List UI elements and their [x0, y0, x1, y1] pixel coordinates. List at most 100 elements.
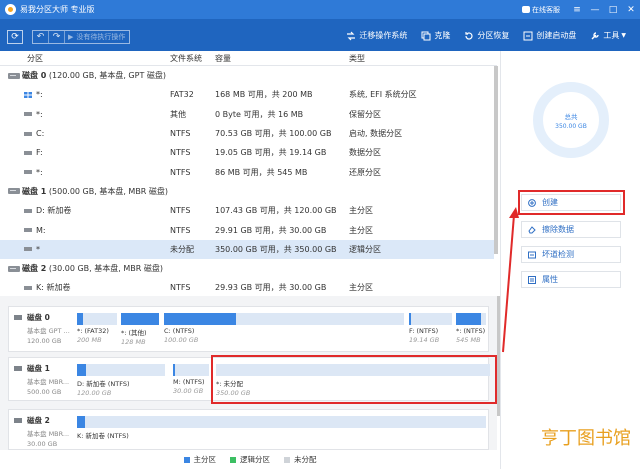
legend-swatch [230, 456, 236, 463]
highlight-box-unallocated [211, 355, 497, 404]
drive-icon [24, 131, 32, 136]
main-toolbar: ⟳ ↶ ↷ ▶ 没有待执行操作 迁移操作系统 克隆 分区恢复 创建启动盘 工具 … [0, 19, 640, 51]
disk-detail: (30.00 GB, 基本盘, MBR 磁盘) [46, 264, 163, 274]
partition-capacity: 350.00 GB 可用，共 350.00 GB [215, 244, 337, 254]
partition-block[interactable]: C: (NTFS) 100.00 GB [164, 313, 404, 344]
maximize-icon[interactable]: □ [604, 5, 622, 15]
create-boot-disk-label: 创建启动盘 [536, 31, 577, 40]
drive-icon [24, 208, 32, 213]
legend-label: 主分区 [193, 455, 217, 464]
segment-label: K: 新加卷 (NTFS) [77, 432, 129, 440]
partition-block[interactable]: M: (NTFS) 30.00 GB [173, 364, 209, 395]
disk-label: 磁盘 0 [22, 71, 47, 81]
partition-block[interactable]: D: 新加卷 (NTFS) 120.00 GB [77, 364, 165, 397]
watermark: 亨丁图书馆 [541, 424, 631, 450]
migrate-os-icon [347, 31, 356, 40]
clone-button[interactable]: 克隆 [421, 30, 450, 41]
disk-row[interactable]: 磁盘 0 (120.00 GB, 基本盘, GPT 磁盘) [0, 66, 494, 85]
partition-name: *: [36, 90, 43, 100]
partition-capacity: 168 MB 可用，共 200 MB [215, 90, 313, 100]
disk-detail: (120.00 GB, 基本盘, GPT 磁盘) [46, 71, 166, 81]
disk-card-label: 磁盘 2 基本盘 MBR... 30.00 GB [12, 415, 72, 448]
disk-size: 500.00 GB [27, 388, 62, 396]
execute-operations-button[interactable]: ▶ 没有待执行操作 [65, 32, 129, 42]
disk-row[interactable]: 磁盘 1 (500.00 GB, 基本盘, MBR 磁盘) [0, 182, 494, 201]
partition-block[interactable]: *: (NTFS) 545 MB [456, 313, 486, 344]
clone-label: 克隆 [434, 31, 451, 40]
disk-label: 磁盘 1 [22, 186, 47, 196]
partition-capacity: 86 MB 可用，共 545 MB [215, 167, 308, 177]
properties-button[interactable]: 属性 [521, 271, 621, 288]
online-service-button[interactable]: 在线客服 [522, 5, 560, 15]
partition-fs: NTFS [170, 283, 191, 293]
play-icon: ▶ [68, 33, 74, 41]
disk-row[interactable]: 磁盘 2 (30.00 GB, 基本盘, MBR 磁盘) [0, 259, 494, 278]
segment-size: 128 MB [121, 338, 146, 346]
disk-icon [8, 72, 20, 79]
table-scrollbar[interactable] [494, 66, 498, 254]
segment-size: 19.14 GB [409, 336, 440, 344]
disk-card-0[interactable]: 磁盘 0 基本盘 GPT ... 120.00 GB *: (FAT32) 20… [8, 306, 489, 352]
tools-menu-button[interactable]: 工具 ▼ [590, 30, 626, 41]
drive-icon [24, 112, 32, 117]
windows-partition-icon [24, 91, 32, 98]
partition-fs: 未分配 [170, 244, 194, 254]
undo-button[interactable]: ↶ [33, 31, 49, 43]
partition-name: F: [36, 148, 43, 158]
header-filesystem: 文件系统 [170, 53, 202, 63]
partition-type: 主分区 [349, 225, 373, 235]
table-row[interactable]: *: FAT32 168 MB 可用，共 200 MB 系统, EFI 系统分区 [0, 85, 494, 104]
properties-label: 属性 [542, 275, 558, 284]
table-row[interactable]: *: 其他 0 Byte 可用，共 16 MB 保留分区 [0, 105, 494, 124]
segment-size: 120.00 GB [77, 389, 112, 397]
table-row[interactable]: M: NTFS 29.91 GB 可用，共 30.00 GB 主分区 [0, 220, 494, 239]
segment-label: D: 新加卷 (NTFS) [77, 380, 130, 388]
partition-recovery-label: 分区恢复 [477, 31, 510, 40]
partition-block[interactable]: *: (其他) 128 MB [121, 313, 159, 346]
partition-type: 逻辑分区 [349, 244, 381, 254]
surface-test-button[interactable]: 坏道检测 [521, 246, 621, 263]
menu-icon[interactable]: ≡ [568, 5, 586, 15]
disk-detail: (500.00 GB, 基本盘, MBR 磁盘) [46, 186, 169, 196]
table-row[interactable]: D: 新加卷 NTFS 107.43 GB 可用，共 120.00 GB 主分区 [0, 201, 494, 220]
refresh-button[interactable]: ⟳ [7, 30, 23, 44]
legend-item-logical: 逻辑分区 [230, 454, 270, 465]
close-icon[interactable]: ✕ [622, 5, 640, 15]
minimize-icon[interactable]: — [586, 5, 604, 15]
disk-card-2[interactable]: 磁盘 2 基本盘 MBR... 30.00 GB K: 新加卷 (NTFS) [8, 409, 489, 450]
legend-swatch [183, 456, 190, 463]
partition-block[interactable]: K: 新加卷 (NTFS) [77, 416, 486, 440]
clone-icon [421, 31, 431, 40]
table-row[interactable]: C: NTFS 70.53 GB 可用，共 100.00 GB 启动, 数据分区 [0, 124, 494, 143]
partition-block[interactable]: F: (NTFS) 19.14 GB [409, 313, 452, 344]
partition-fs: FAT32 [170, 90, 194, 100]
legend-label: 逻辑分区 [240, 455, 270, 464]
wipe-data-button[interactable]: 擦除数据 [521, 221, 621, 238]
partition-block[interactable]: *: (FAT32) 200 MB [77, 313, 117, 344]
header-type: 类型 [349, 53, 365, 63]
partition-capacity: 0 Byte 可用，共 16 MB [215, 109, 304, 119]
table-row[interactable]: K: 新加卷 NTFS 29.93 GB 可用，共 30.00 GB 主分区 [0, 278, 494, 297]
partition-type: 保留分区 [349, 109, 381, 119]
table-row-selected[interactable]: * 未分配 350.00 GB 可用，共 350.00 GB 逻辑分区 [0, 239, 494, 259]
tools-icon [591, 31, 600, 39]
partition-table: 磁盘 0 (120.00 GB, 基本盘, GPT 磁盘) *: FAT32 1… [0, 66, 494, 298]
segment-label: F: (NTFS) [409, 327, 439, 335]
create-boot-disk-button[interactable]: 创建启动盘 [523, 30, 576, 41]
partition-recovery-button[interactable]: 分区恢复 [464, 30, 509, 41]
header-partition: 分区 [27, 53, 43, 63]
partition-name: K: 新加卷 [36, 283, 71, 293]
redo-button[interactable]: ↷ [49, 31, 65, 43]
partition-fs: 其他 [170, 109, 186, 119]
disk-icon [8, 188, 20, 195]
migrate-os-button[interactable]: 迁移操作系统 [346, 30, 407, 41]
segment-label: *: (其他) [121, 329, 147, 337]
table-row[interactable]: F: NTFS 19.05 GB 可用，共 19.14 GB 数据分区 [0, 143, 494, 162]
segment-size: 200 MB [77, 336, 102, 344]
refresh-icon: ⟳ [11, 32, 19, 42]
disk-icon [14, 418, 22, 423]
disk-icon [8, 265, 20, 272]
surface-test-label: 坏道检测 [542, 250, 574, 259]
table-row[interactable]: *: NTFS 86 MB 可用，共 545 MB 还原分区 [0, 162, 494, 181]
disk-icon [14, 315, 22, 320]
